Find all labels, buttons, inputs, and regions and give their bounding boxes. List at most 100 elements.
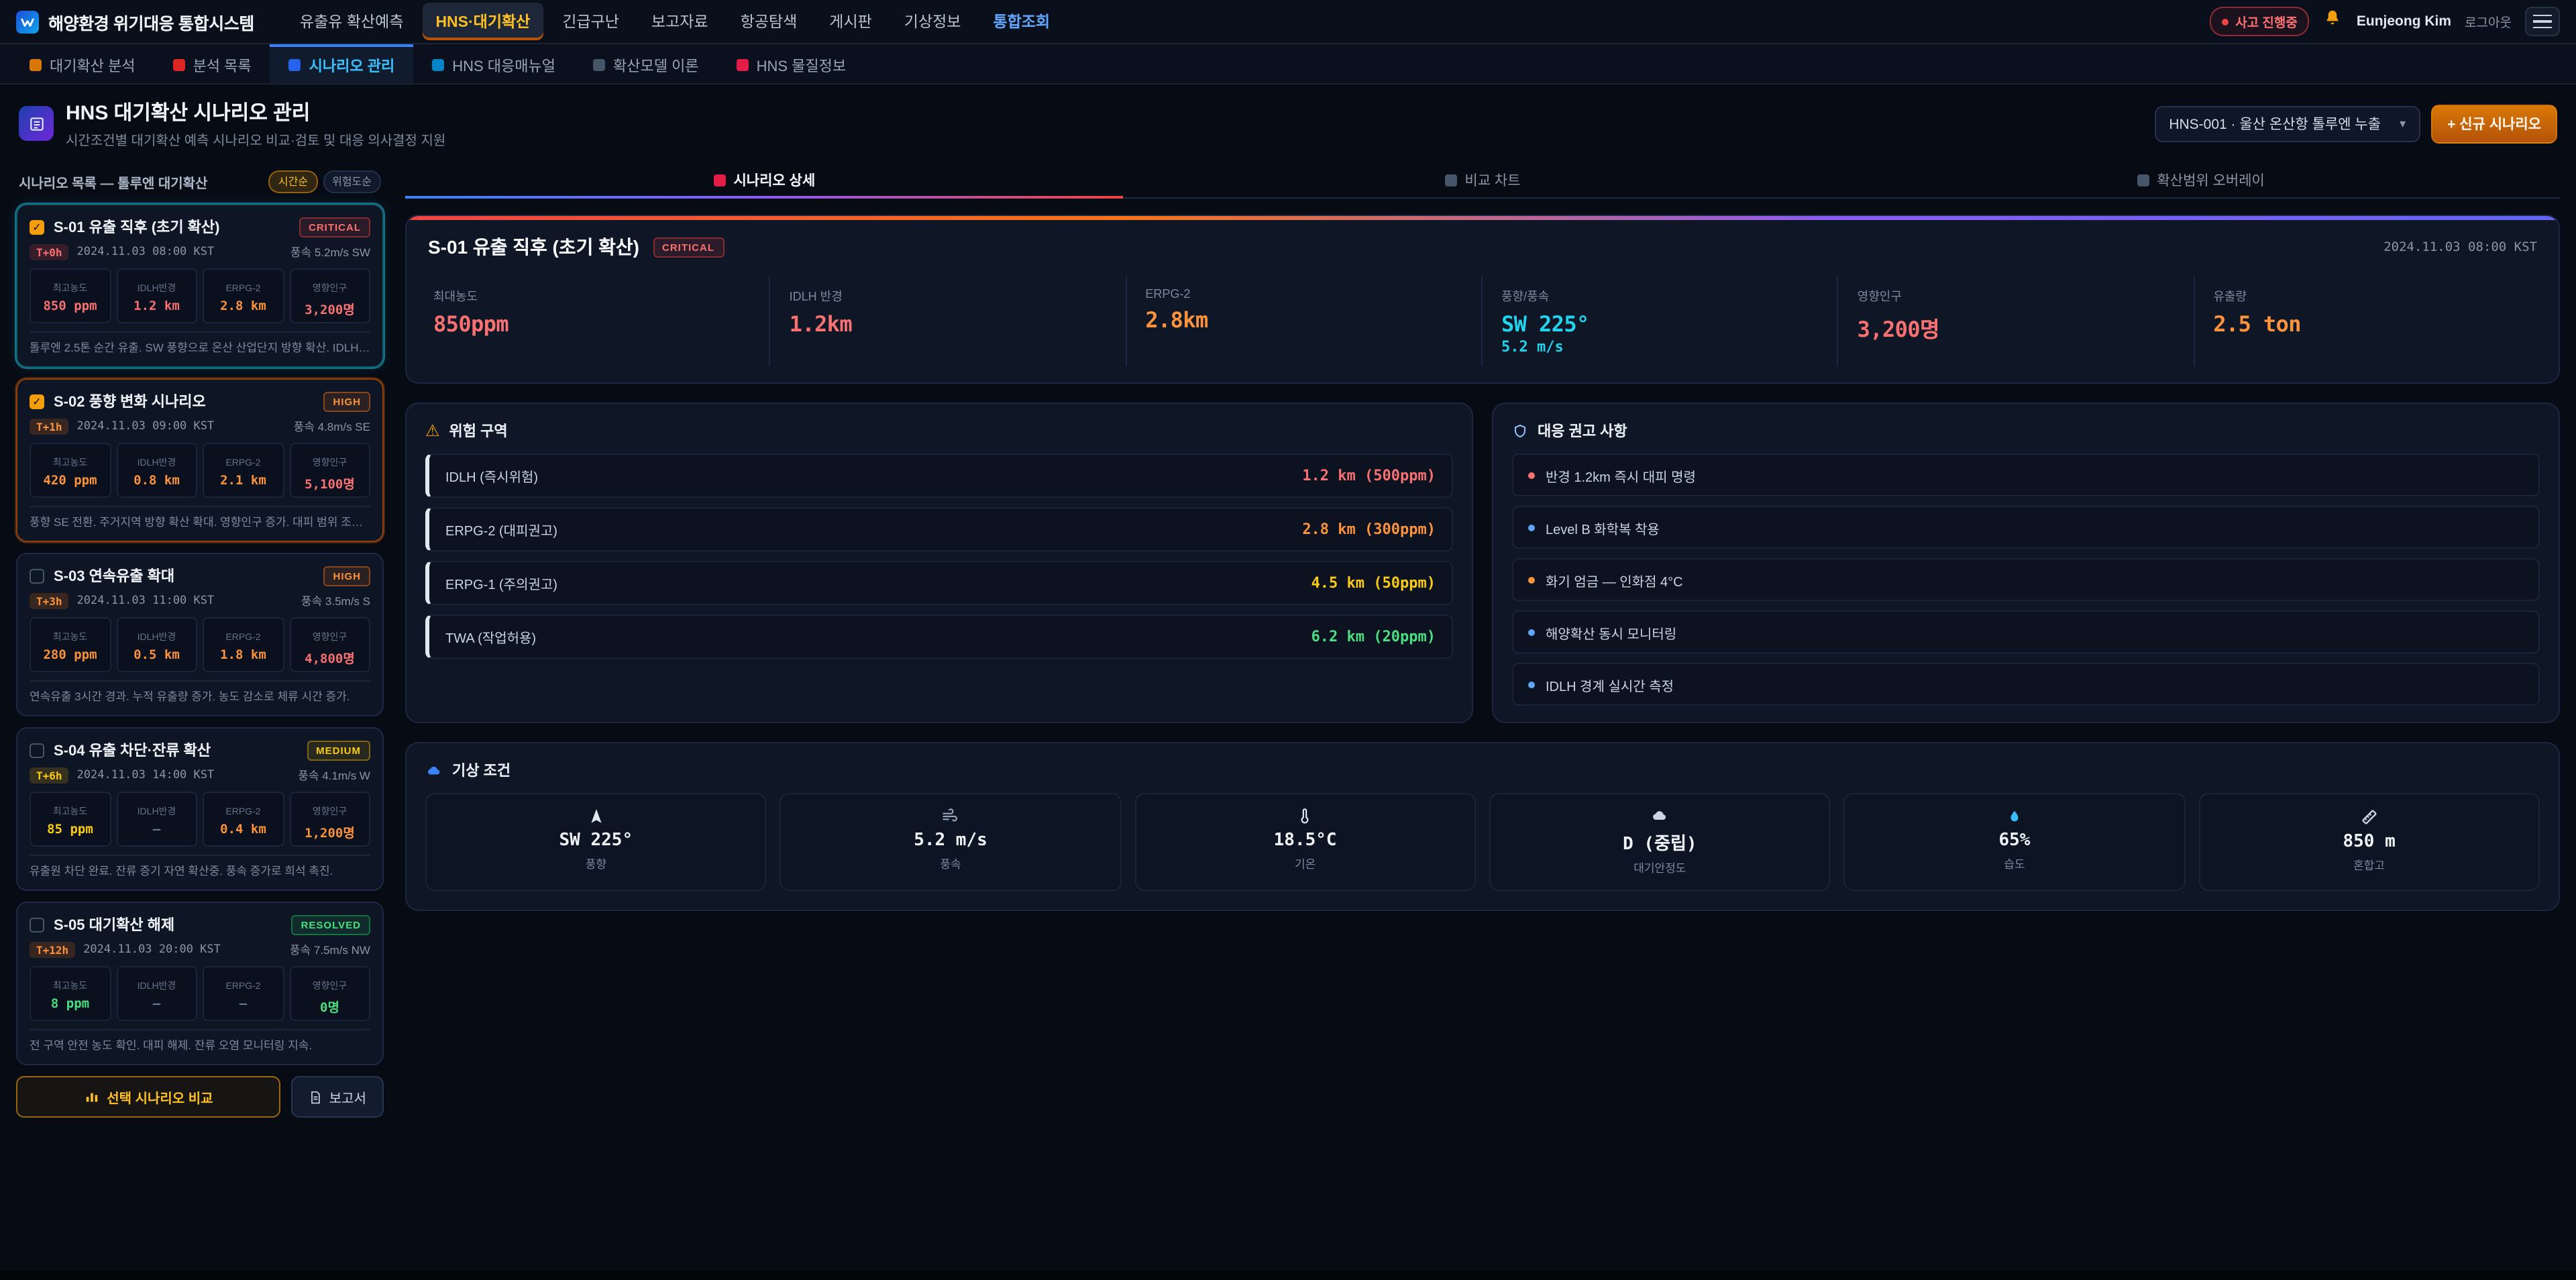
detail-icon bbox=[713, 174, 725, 186]
footer-strip bbox=[0, 1271, 2576, 1280]
page-title: HNS 대기확산 시나리오 관리 bbox=[66, 98, 445, 126]
tab-analysis-list[interactable]: 분석 목록 bbox=[154, 44, 270, 83]
recommendation-item: Level B 화학복 착용 bbox=[1512, 506, 2540, 549]
report-icon bbox=[309, 1089, 323, 1105]
navbar-right: 사고 진행중 Eunjeong Kim 로그아웃 bbox=[2210, 7, 2560, 36]
recommendation-item: IDLH 경계 실시간 측정 bbox=[1512, 663, 2540, 706]
zone-row-erpg1: ERPG-1 (주의권고) 4.5 km (50ppm) bbox=[425, 561, 1453, 605]
page-header: HNS 대기확산 시나리오 관리 시간조건별 대기확산 예측 시나리오 비교·검… bbox=[0, 85, 2576, 160]
time-offset-badge: T+0h bbox=[30, 244, 69, 260]
incident-select[interactable]: HNS-001 · 울산 온산항 톨루엔 누출 ▾ bbox=[2154, 105, 2420, 142]
weather-card-stability: D (중립) 대기안정도 bbox=[1489, 793, 1831, 891]
scenario-sidebar: 시나리오 목록 — 톨루엔 대기확산 시간순 위험도순 ✓ S-01 유출 직후… bbox=[16, 162, 384, 1064]
scenario-card-s03[interactable]: S-03 연속유출 확대 HIGH T+3h 2024.11.03 11:00 … bbox=[16, 553, 384, 716]
menu-aerial-search[interactable]: 항공탐색 bbox=[727, 3, 811, 40]
tab-range-overlay[interactable]: 확산범위 오버레이 bbox=[1841, 162, 2560, 197]
tab-model-theory[interactable]: 확산모델 이론 bbox=[574, 44, 718, 83]
report-button[interactable]: 보고서 bbox=[292, 1076, 384, 1118]
logout-link[interactable]: 로그아웃 bbox=[2465, 12, 2512, 31]
menu-board[interactable]: 게시판 bbox=[816, 3, 885, 40]
bell-icon[interactable] bbox=[2323, 8, 2343, 35]
cloud-icon bbox=[425, 763, 443, 778]
book-icon bbox=[432, 59, 444, 71]
scenario-description: 연속유출 3시간 경과. 누적 유출량 증가. 농도 감소로 체류 시간 증가. bbox=[30, 680, 370, 704]
recommendation-item: 해양확산 동시 모니터링 bbox=[1512, 610, 2540, 653]
weather-panel: 기상 조건 SW 225° 풍향 5.2 m/s 풍속 bbox=[405, 742, 2560, 911]
tab-substance-info[interactable]: HNS 물질정보 bbox=[718, 44, 865, 83]
scenario-wind: 풍속 5.2m/s SW bbox=[290, 244, 370, 260]
scenario-checkbox[interactable] bbox=[30, 568, 44, 583]
scenario-checkbox[interactable] bbox=[30, 917, 44, 932]
bullet-icon bbox=[1528, 681, 1535, 688]
incident-status-badge[interactable]: 사고 진행중 bbox=[2210, 7, 2310, 36]
tab-scenario-management[interactable]: 시나리오 관리 bbox=[270, 44, 414, 83]
film-icon bbox=[289, 59, 301, 71]
weather-card-humidity: 65% 습도 bbox=[1844, 793, 2186, 891]
new-scenario-button[interactable]: + 신규 시나리오 bbox=[2431, 104, 2557, 143]
scenario-card-s01[interactable]: ✓ S-01 유출 직후 (초기 확산) CRITICAL T+0h 2024.… bbox=[16, 204, 384, 368]
scenario-card-s05[interactable]: S-05 대기확산 해제 RESOLVED T+12h 2024.11.03 2… bbox=[16, 902, 384, 1065]
time-offset-badge: T+1h bbox=[30, 419, 69, 435]
menu-oil-spill[interactable]: 유출유 확산예측 bbox=[286, 3, 417, 40]
menu-weather[interactable]: 기상정보 bbox=[891, 3, 975, 40]
time-offset-badge: T+3h bbox=[30, 593, 69, 609]
bullet-icon bbox=[1528, 472, 1535, 478]
danger-zones-panel: ⚠ 위험 구역 IDLH (즉시위험) 1.2 km (500ppm) ERPG… bbox=[405, 403, 1473, 723]
scenario-datetime: 2024.11.03 11:00 KST bbox=[77, 594, 215, 608]
severity-badge: MEDIUM bbox=[307, 740, 370, 760]
mixing-height-ruler-icon bbox=[2360, 808, 2379, 826]
compare-scenarios-button[interactable]: 선택 시나리오 비교 bbox=[16, 1076, 281, 1118]
menu-hns-diffusion[interactable]: HNS·대기확산 bbox=[422, 3, 543, 40]
tab-scenario-detail[interactable]: 시나리오 상세 bbox=[405, 162, 1124, 197]
wind-speed-icon bbox=[941, 808, 960, 825]
main-menu: 유출유 확산예측 HNS·대기확산 긴급구난 보고자료 항공탐색 게시판 기상정… bbox=[286, 3, 2191, 40]
scenario-detail-card: S-01 유출 직후 (초기 확산) CRITICAL 2024.11.03 0… bbox=[405, 215, 2560, 384]
scenario-checkbox[interactable]: ✓ bbox=[30, 219, 44, 234]
scenario-description: 유출원 차단 완료. 잔류 증기 자연 확산중. 풍속 증가로 희석 촉진. bbox=[30, 855, 370, 879]
time-offset-badge: T+12h bbox=[30, 942, 75, 958]
page-subtitle: 시간조건별 대기확산 예측 시나리오 비교·검토 및 대응 의사결정 지원 bbox=[66, 129, 445, 149]
scenario-datetime: 2024.11.03 20:00 KST bbox=[83, 943, 221, 957]
detail-metrics: 최대농도 850ppm IDLH 반경 1.2km ERPG-2 2.8km 풍… bbox=[407, 271, 2559, 382]
tab-response-manual[interactable]: HNS 대응매뉴얼 bbox=[413, 44, 574, 83]
flask-icon bbox=[737, 59, 749, 71]
chart-icon bbox=[1444, 174, 1456, 186]
scenario-description: 톨루엔 2.5톤 순간 유출. SW 풍향으로 온산 산업단지 방향 확산. I… bbox=[30, 331, 370, 356]
menu-integrated-search[interactable]: 통합조회 bbox=[979, 3, 1063, 40]
detail-title: S-01 유출 직후 (초기 확산) bbox=[428, 233, 639, 260]
app-logo: 해양환경 위기대응 통합시스템 bbox=[16, 9, 254, 34]
main-content: 시나리오 상세 비교 차트 확산범위 오버레이 S-01 유출 직후 (초기 확… bbox=[405, 162, 2560, 1064]
severity-badge: HIGH bbox=[324, 391, 371, 411]
tab-comparison-chart[interactable]: 비교 차트 bbox=[1124, 162, 1842, 197]
scenario-checkbox[interactable]: ✓ bbox=[30, 394, 44, 409]
bullet-icon bbox=[1528, 524, 1535, 531]
scenario-wind: 풍속 4.8m/s SE bbox=[294, 419, 370, 435]
menu-icon[interactable] bbox=[2525, 7, 2560, 36]
menu-reports[interactable]: 보고자료 bbox=[638, 3, 722, 40]
scenario-card-s02[interactable]: ✓ S-02 풍향 변화 시나리오 HIGH T+1h 2024.11.03 0… bbox=[16, 378, 384, 542]
scenario-card-s04[interactable]: S-04 유출 차단·잔류 확산 MEDIUM T+6h 2024.11.03 … bbox=[16, 727, 384, 891]
scenario-checkbox[interactable] bbox=[30, 743, 44, 757]
clipboard-icon bbox=[173, 59, 185, 71]
scenario-page-icon bbox=[19, 106, 54, 141]
shield-icon bbox=[1512, 422, 1528, 439]
menu-rescue[interactable]: 긴급구난 bbox=[549, 3, 633, 40]
pencil-icon bbox=[30, 59, 42, 71]
weather-card-temperature: 18.5°C 기온 bbox=[1134, 793, 1476, 891]
recommendations-panel: 대응 권고 사항 반경 1.2km 즉시 대피 명령 Level B 화학복 착… bbox=[1492, 403, 2560, 723]
stability-cloud-icon bbox=[1650, 808, 1669, 824]
sort-by-time-chip[interactable]: 시간순 bbox=[269, 170, 317, 193]
user-name: Eunjeong Kim bbox=[2357, 13, 2451, 30]
tab-analysis[interactable]: 대기확산 분석 bbox=[11, 44, 154, 83]
overlay-icon bbox=[2137, 174, 2149, 186]
severity-badge: RESOLVED bbox=[292, 914, 370, 935]
active-tab-underline bbox=[405, 196, 1124, 199]
weather-card-wind-speed: 5.2 m/s 풍속 bbox=[780, 793, 1122, 891]
chevron-down-icon: ▾ bbox=[2400, 116, 2406, 131]
zone-row-twa: TWA (작업허용) 6.2 km (20ppm) bbox=[425, 615, 1453, 659]
weather-card-mixing-height: 850 m 혼합고 bbox=[2198, 793, 2540, 891]
recommendation-item: 화기 엄금 — 인화점 4°C bbox=[1512, 558, 2540, 601]
sort-by-risk-chip[interactable]: 위험도순 bbox=[323, 170, 381, 193]
thermometer-icon bbox=[1297, 808, 1314, 825]
scenario-datetime: 2024.11.03 09:00 KST bbox=[77, 420, 215, 433]
